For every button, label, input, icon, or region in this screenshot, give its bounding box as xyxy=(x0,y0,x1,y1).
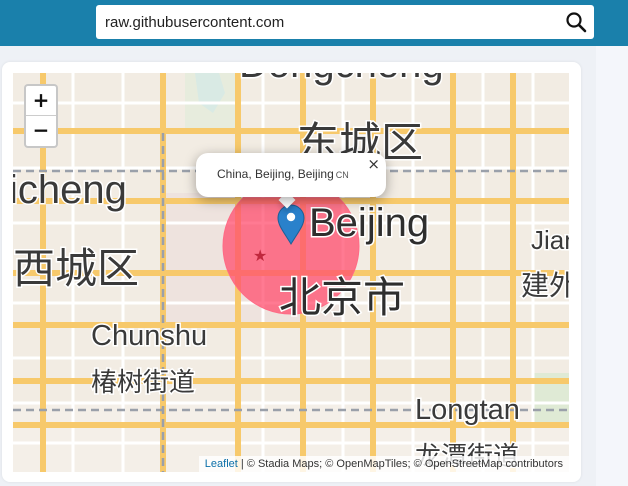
attribution-osm: OpenStreetMap xyxy=(424,458,503,470)
side-panel xyxy=(596,46,628,486)
map-marker-icon xyxy=(277,204,305,245)
attribution-sep: ; © xyxy=(319,458,337,470)
search-input[interactable] xyxy=(96,5,558,39)
map[interactable]: Dongcheng 东城区 icheng 西城区 Jian 建外 Chunshu… xyxy=(13,73,569,472)
popup-country-code: CN xyxy=(335,170,349,180)
location-popup: China, Beijing, Beijing CN × xyxy=(196,153,386,197)
zoom-in-button[interactable]: + xyxy=(26,86,56,116)
search-box xyxy=(96,5,594,39)
popup-text: China, Beijing, Beijing CN xyxy=(217,167,349,181)
zoom-control: + − xyxy=(24,84,58,148)
map-marker[interactable] xyxy=(13,73,569,472)
search-button[interactable] xyxy=(558,5,594,39)
zoom-out-button[interactable]: − xyxy=(26,116,56,146)
attribution-omt: OpenMapTiles xyxy=(336,458,408,470)
attribution-sep: ; © xyxy=(407,458,425,470)
popup-close-button[interactable]: × xyxy=(367,155,380,173)
attribution-suffix: contributors xyxy=(502,458,563,470)
attribution-stadia: Stadia Maps xyxy=(257,458,320,470)
attribution-sep: | © xyxy=(237,458,258,470)
search-icon xyxy=(566,12,587,33)
attribution-leaflet-link[interactable]: Leaflet xyxy=(205,458,238,470)
top-bar xyxy=(0,0,628,46)
map-attribution: Leaflet | © Stadia Maps; © OpenMapTiles;… xyxy=(198,456,569,472)
popup-location: China, Beijing, Beijing xyxy=(217,167,334,181)
